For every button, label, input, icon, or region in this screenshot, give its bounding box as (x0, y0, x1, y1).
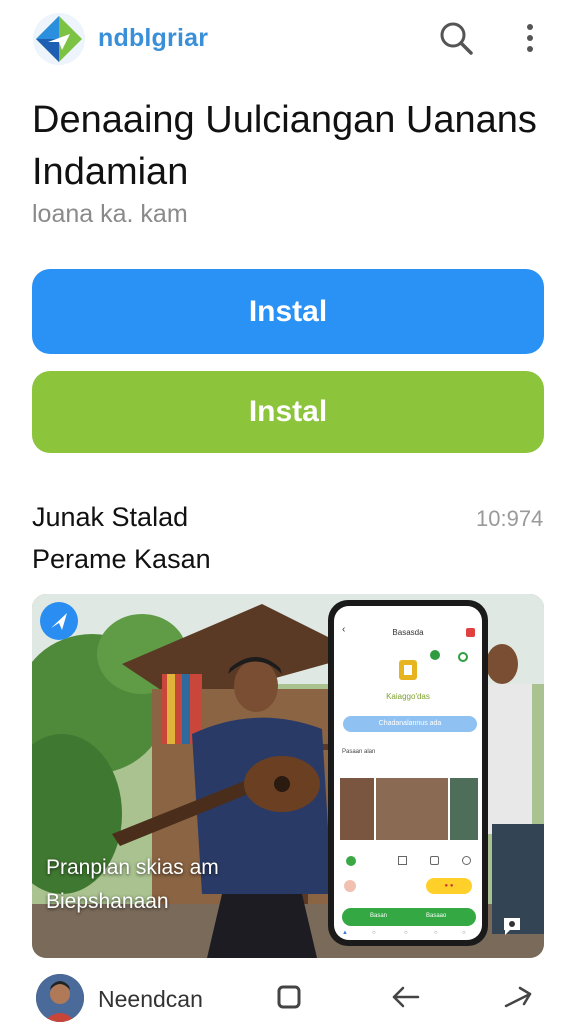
timestamp: 10:974 (476, 506, 544, 531)
media-card[interactable]: ‹ Basasda Kaiaggo'das Chadanalannus ada … (32, 594, 544, 958)
user-name: Neendcan (98, 986, 203, 1012)
close-icon (466, 628, 475, 637)
home-icon (398, 856, 407, 865)
app-logo-icon (399, 660, 417, 680)
search-icon[interactable] (436, 18, 476, 58)
status-ring-icon (458, 652, 468, 662)
section-title: Junak Stalad (32, 502, 189, 532)
check-circle-icon (346, 856, 356, 866)
phone-app-name: Kaiaggo'das (386, 692, 430, 701)
phone-yellow-chip: ● ● (426, 878, 472, 894)
square-home-icon[interactable] (272, 980, 306, 1014)
install-button-secondary[interactable]: Instal (32, 371, 544, 453)
thumbnail (340, 778, 374, 840)
phone-header-title: Basasda (392, 628, 424, 637)
phone-thumbnails (340, 778, 478, 840)
media-caption-line1: Pranpian skias am (46, 856, 219, 879)
app-subtitle: loana ka. kam (32, 200, 188, 228)
phone-section-label: Pasaan alan (342, 749, 376, 755)
app-title: Denaaing Uulciangan Uanans Indamian (32, 99, 537, 193)
phone-icon-row (342, 852, 474, 870)
phone-mockup: ‹ Basasda Kaiaggo'das Chadanalannus ada … (328, 600, 488, 946)
top-bar: ndblgriar (0, 0, 576, 84)
media-caption-line2: Biepshanaan (46, 890, 169, 913)
phone-avatar-icon (344, 880, 356, 892)
navigation-arrow-icon[interactable] (40, 602, 78, 640)
chat-bubble-icon[interactable] (500, 914, 524, 938)
arrow-left-icon[interactable] (388, 980, 422, 1014)
diamond-arrow-logo-icon[interactable] (32, 12, 86, 66)
thumbnail (376, 778, 448, 840)
calendar-icon (430, 856, 439, 865)
phone-bottom-button: Basan Basaao (342, 908, 476, 926)
phone-tab-bar: ▲ ○ ○ ○ ○ (342, 930, 466, 936)
brand-name: ndblgriar (98, 24, 209, 52)
section-subtitle: Perame Kasan (32, 544, 211, 574)
phone-bottom-right-label: Basaao (426, 913, 447, 919)
phone-primary-button: Chadanalannus ada (343, 716, 477, 732)
person-icon (462, 856, 471, 865)
avatar[interactable] (36, 974, 84, 1022)
bottom-navigation: Neendcan (0, 966, 576, 1024)
status-dot-icon (430, 650, 440, 660)
phone-bottom-left-label: Basan (370, 913, 388, 919)
install-button-primary[interactable]: Instal (32, 269, 544, 354)
arrow-right-icon[interactable] (502, 980, 536, 1014)
thumbnail (450, 778, 478, 840)
more-vertical-icon[interactable] (514, 18, 546, 58)
phone-screen: ‹ Basasda Kaiaggo'das Chadanalannus ada … (334, 606, 482, 940)
